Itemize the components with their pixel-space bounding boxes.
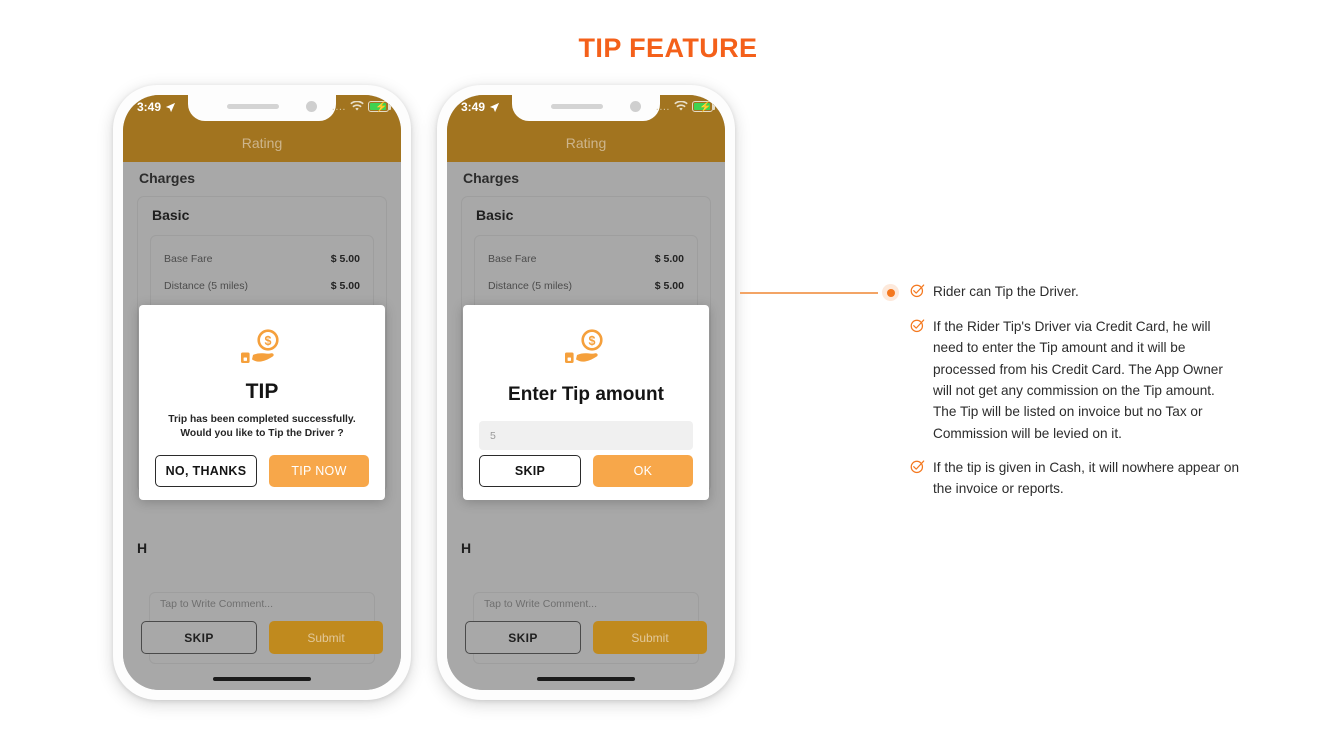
hand-holding-dollar-icon: $ (241, 329, 279, 363)
no-thanks-button[interactable]: NO, THANKS (155, 455, 257, 487)
nav-header-2: 3:49 .... ⚡ Rating (447, 95, 725, 162)
home-indicator-1 (213, 677, 311, 681)
check-circle-icon (910, 283, 925, 303)
check-circle-icon (910, 459, 925, 500)
fee-label: Distance (5 miles) (164, 279, 249, 292)
fee-value: $ 5.00 (330, 279, 360, 292)
battery-charging-icon: ⚡ (692, 101, 715, 113)
signal-dots-icon: .... (331, 100, 346, 113)
nav-title-1: Rating (241, 135, 283, 151)
fee-value: $ 5.00 (654, 279, 684, 292)
tip-dialog-description: Trip has been completed successfully. Wo… (168, 414, 356, 439)
note-text: If the Rider Tip's Driver via Credit Car… (933, 319, 1223, 441)
svg-text:$: $ (589, 334, 596, 348)
notch-2 (512, 95, 660, 121)
notch-1 (188, 95, 336, 121)
phone-screen-2: 3:49 .... ⚡ Rating Charges Basic Base Fa… (447, 95, 725, 690)
fee-row: Distance (5 miles) $ 5.00 (488, 272, 684, 299)
enter-tip-dialog-title: Enter Tip amount (508, 384, 664, 405)
home-indicator-2 (537, 677, 635, 681)
signal-dots-icon: .... (655, 100, 670, 113)
phone-mockup-1: 3:49 .... ⚡ Rating Charges Basic Base Fa… (113, 85, 411, 700)
check-circle-icon (910, 318, 925, 444)
charges-heading-2: Charges (463, 170, 520, 186)
notch-speaker-icon (551, 104, 603, 109)
callout-connector-line (740, 292, 878, 294)
ok-button[interactable]: OK (593, 455, 693, 487)
status-bar-right-2: .... ⚡ (655, 100, 715, 113)
feature-notes-list: Rider can Tip the Driver. If the Rider T… (910, 281, 1240, 513)
fee-label: Base Fare (164, 252, 213, 265)
location-arrow-icon (165, 102, 176, 112)
skip-tip-button[interactable]: SKIP (479, 455, 581, 487)
submit-button-2[interactable]: Submit (593, 621, 707, 654)
wifi-icon (674, 101, 688, 111)
notch-speaker-icon (227, 104, 279, 109)
status-bar-left-2: 3:49 (461, 100, 500, 114)
submit-button-1[interactable]: Submit (269, 621, 383, 654)
filled-dot-icon (882, 284, 899, 301)
nav-title-2: Rating (565, 135, 607, 151)
charges-heading-1: Charges (139, 170, 196, 186)
enter-tip-dialog-actions: SKIP OK (479, 455, 693, 487)
fee-row: Base Fare $ 5.00 (488, 245, 684, 272)
card-title-2: Basic (476, 207, 514, 223)
tip-dialog-title: TIP (245, 380, 279, 403)
fee-row: Distance (5 miles) $ 5.00 (164, 272, 360, 299)
enter-tip-amount-dialog: $ Enter Tip amount SKIP OK (463, 305, 709, 500)
notch-camera-icon (306, 101, 317, 112)
note-text: Rider can Tip the Driver. (933, 284, 1079, 299)
bottom-actions-1: SKIP Submit (141, 621, 383, 654)
skip-button-2[interactable]: SKIP (465, 621, 581, 654)
page-title: TIP FEATURE (578, 33, 758, 63)
status-bar-left-1: 3:49 (137, 100, 176, 114)
comment-placeholder-2: Tap to Write Comment... (484, 598, 598, 610)
fee-value: $ 5.00 (330, 252, 360, 265)
skip-button-1[interactable]: SKIP (141, 621, 257, 654)
note-text: If the tip is given in Cash, it will now… (933, 459, 1240, 497)
list-item: If the tip is given in Cash, it will now… (910, 457, 1240, 500)
phone-mockup-2: 3:49 .... ⚡ Rating Charges Basic Base Fa… (437, 85, 735, 700)
obscured-section-label-2: H (461, 540, 472, 556)
svg-text:$: $ (265, 334, 272, 348)
fee-row: Base Fare $ 5.00 (164, 245, 360, 272)
tip-now-button[interactable]: TIP NOW (269, 455, 369, 487)
battery-charging-icon: ⚡ (368, 101, 391, 113)
phone-screen-1: 3:49 .... ⚡ Rating Charges Basic Base Fa… (123, 95, 401, 690)
tip-prompt-dialog: $ TIP Trip has been completed successful… (139, 305, 385, 500)
tip-dialog-actions: NO, THANKS TIP NOW (155, 455, 369, 487)
wifi-icon (350, 101, 364, 111)
notch-camera-icon (630, 101, 641, 112)
status-time: 3:49 (461, 100, 486, 114)
fee-label: Base Fare (488, 252, 537, 265)
hand-holding-dollar-icon: $ (565, 329, 603, 363)
list-item: Rider can Tip the Driver. (910, 281, 1240, 303)
location-arrow-icon (489, 102, 500, 112)
fee-label: Distance (5 miles) (488, 279, 573, 292)
nav-header-1: 3:49 .... ⚡ Rating (123, 95, 401, 162)
tip-amount-input[interactable] (479, 421, 693, 450)
card-title-1: Basic (152, 207, 190, 223)
obscured-section-label-1: H (137, 540, 148, 556)
status-time: 3:49 (137, 100, 162, 114)
bottom-actions-2: SKIP Submit (465, 621, 707, 654)
status-bar-right-1: .... ⚡ (331, 100, 391, 113)
list-item: If the Rider Tip's Driver via Credit Car… (910, 316, 1240, 444)
fee-value: $ 5.00 (654, 252, 684, 265)
comment-placeholder-1: Tap to Write Comment... (160, 598, 274, 610)
